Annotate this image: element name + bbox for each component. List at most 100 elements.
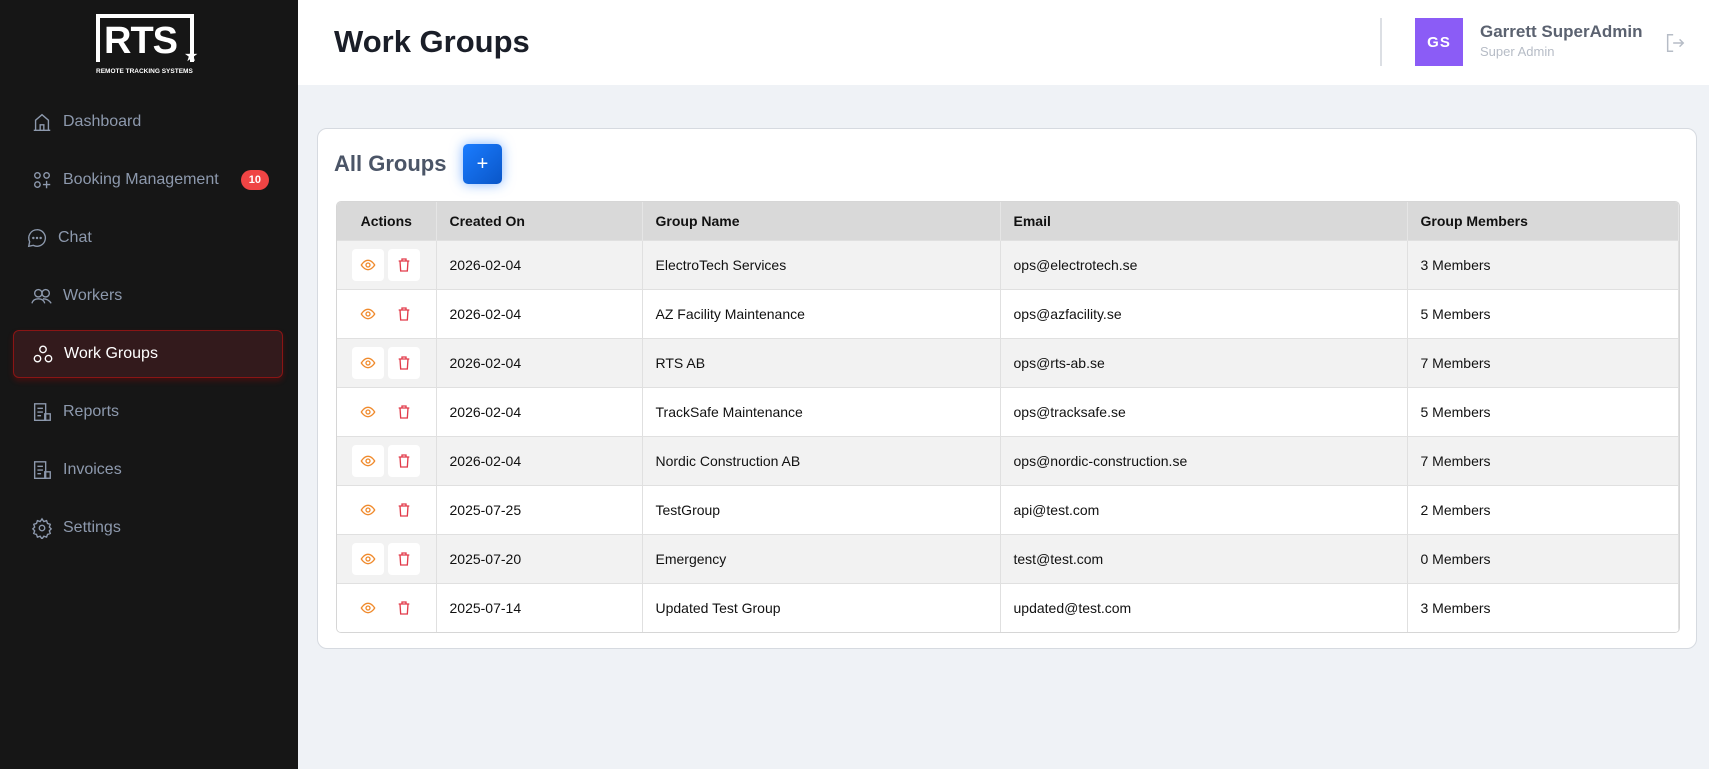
view-button[interactable] [352,542,385,575]
invoice-icon [33,461,51,479]
view-button[interactable] [352,493,385,526]
email-cell: api@test.com [1000,484,1408,534]
card-title: All Groups [334,151,447,176]
column-header-email[interactable]: Email [1000,202,1408,240]
delete-button[interactable] [388,248,421,281]
actions-cell [337,435,437,485]
star-icon: ★ [184,48,199,65]
table-row: 2026-02-04 TrackSafe Maintenance ops@tra… [337,386,1679,436]
grid-plus-icon [33,171,51,189]
column-header-created-on[interactable]: Created On [436,202,643,240]
group-name-cell: AZ Facility Maintenance [642,288,1001,338]
column-header-actions: Actions [337,202,437,240]
group-members-cell: 0 Members [1407,533,1679,583]
trash-icon [398,355,410,370]
sidebar-item-invoices[interactable]: Invoices [13,446,283,494]
view-button[interactable] [352,444,385,477]
delete-button[interactable] [388,297,421,330]
user-name: Garrett SuperAdmin [1480,22,1643,41]
gear-icon [31,517,53,539]
sidebar-item-reports[interactable]: Reports [13,388,283,436]
trash-icon [398,306,410,321]
actions-cell [337,533,437,583]
group-name-cell: ElectroTech Services [642,239,1001,289]
view-button[interactable] [352,248,385,281]
group-name-cell: Emergency [642,533,1001,583]
group-members-cell: 3 Members [1407,582,1679,632]
eye-icon [360,308,376,319]
group-members-cell: 5 Members [1407,288,1679,338]
group-name-cell: RTS AB [642,337,1001,387]
delete-button[interactable] [388,591,421,624]
avatar[interactable]: GS [1415,18,1463,66]
email-cell: test@test.com [1000,533,1408,583]
actions-cell [337,337,437,387]
email-cell: ops@tracksafe.se [1000,386,1408,436]
sidebar-item-workers[interactable]: Workers [13,272,283,320]
delete-button[interactable] [388,542,421,575]
home-icon [33,113,51,131]
view-button[interactable] [352,346,385,379]
table-row: 2025-07-20 Emergency test@test.com 0 Mem… [337,533,1679,583]
created-on-cell: 2025-07-14 [436,582,643,632]
sidebar-item-dashboard[interactable]: Dashboard [13,98,283,146]
trash-icon [398,453,410,468]
table-header-row: Actions Created On Group Name Email Grou… [337,202,1679,240]
sidebar-item-chat[interactable]: Chat [13,214,283,262]
group-name-cell: TestGroup [642,484,1001,534]
created-on-cell: 2026-02-04 [436,239,643,289]
header-divider [1380,18,1382,66]
report-icon [33,403,51,421]
delete-button[interactable] [388,395,421,428]
eye-icon [360,259,376,270]
actions-cell [337,582,437,632]
group-members-cell: 2 Members [1407,484,1679,534]
created-on-cell: 2025-07-25 [436,484,643,534]
view-button[interactable] [352,297,385,330]
group-members-cell: 7 Members [1407,435,1679,485]
eye-icon [360,602,376,614]
groups-table: Actions Created On Group Name Email Grou… [336,201,1680,633]
booking-count-badge: 10 [240,170,269,190]
table-row: 2025-07-14 Updated Test Group updated@te… [337,582,1679,632]
logout-icon[interactable] [1664,32,1686,54]
group-members-cell: 3 Members [1407,239,1679,289]
trash-icon [398,404,410,419]
rts-logo[interactable]: RTS ★ REMOTE TRACKING SYSTEMS [96,14,200,76]
column-header-group-members[interactable]: Group Members [1407,202,1679,240]
add-group-button[interactable]: + [463,144,502,184]
email-cell: ops@azfacility.se [1000,288,1408,338]
top-header: Work Groups GS Garrett SuperAdmin Super … [298,0,1709,85]
trash-icon [398,257,410,272]
table-row: 2026-02-04 AZ Facility Maintenance ops@a… [337,288,1679,338]
table-row: 2026-02-04 ElectroTech Services ops@elec… [337,239,1679,289]
user-role: Super Admin [1480,44,1555,59]
view-button[interactable] [352,591,385,624]
sidebar: RTS ★ REMOTE TRACKING SYSTEMS Dashboard … [0,0,298,769]
sidebar-item-booking-management[interactable]: Booking Management 10 [13,156,283,204]
created-on-cell: 2026-02-04 [436,337,643,387]
chat-icon [27,229,47,248]
eye-icon [360,455,376,466]
delete-button[interactable] [388,346,421,379]
eye-icon [360,504,376,515]
group-name-cell: TrackSafe Maintenance [642,386,1001,436]
sidebar-item-work-groups[interactable]: Work Groups [13,330,283,378]
all-groups-card: All Groups + Actions Created On Group Na… [317,128,1697,649]
sidebar-item-settings[interactable]: Settings [13,504,283,552]
trash-icon [398,601,410,615]
table-row: 2026-02-04 RTS AB ops@rts-ab.se 7 Member… [337,337,1679,387]
column-header-group-name[interactable]: Group Name [642,202,1001,240]
delete-button[interactable] [388,493,421,526]
trash-icon [398,502,410,517]
delete-button[interactable] [388,444,421,477]
eye-icon [360,406,376,417]
users-icon [31,288,52,304]
view-button[interactable] [352,395,385,428]
actions-cell [337,288,437,338]
actions-cell [337,484,437,534]
email-cell: ops@electrotech.se [1000,239,1408,289]
created-on-cell: 2026-02-04 [436,386,643,436]
email-cell: ops@rts-ab.se [1000,337,1408,387]
email-cell: ops@nordic-construction.se [1000,435,1408,485]
